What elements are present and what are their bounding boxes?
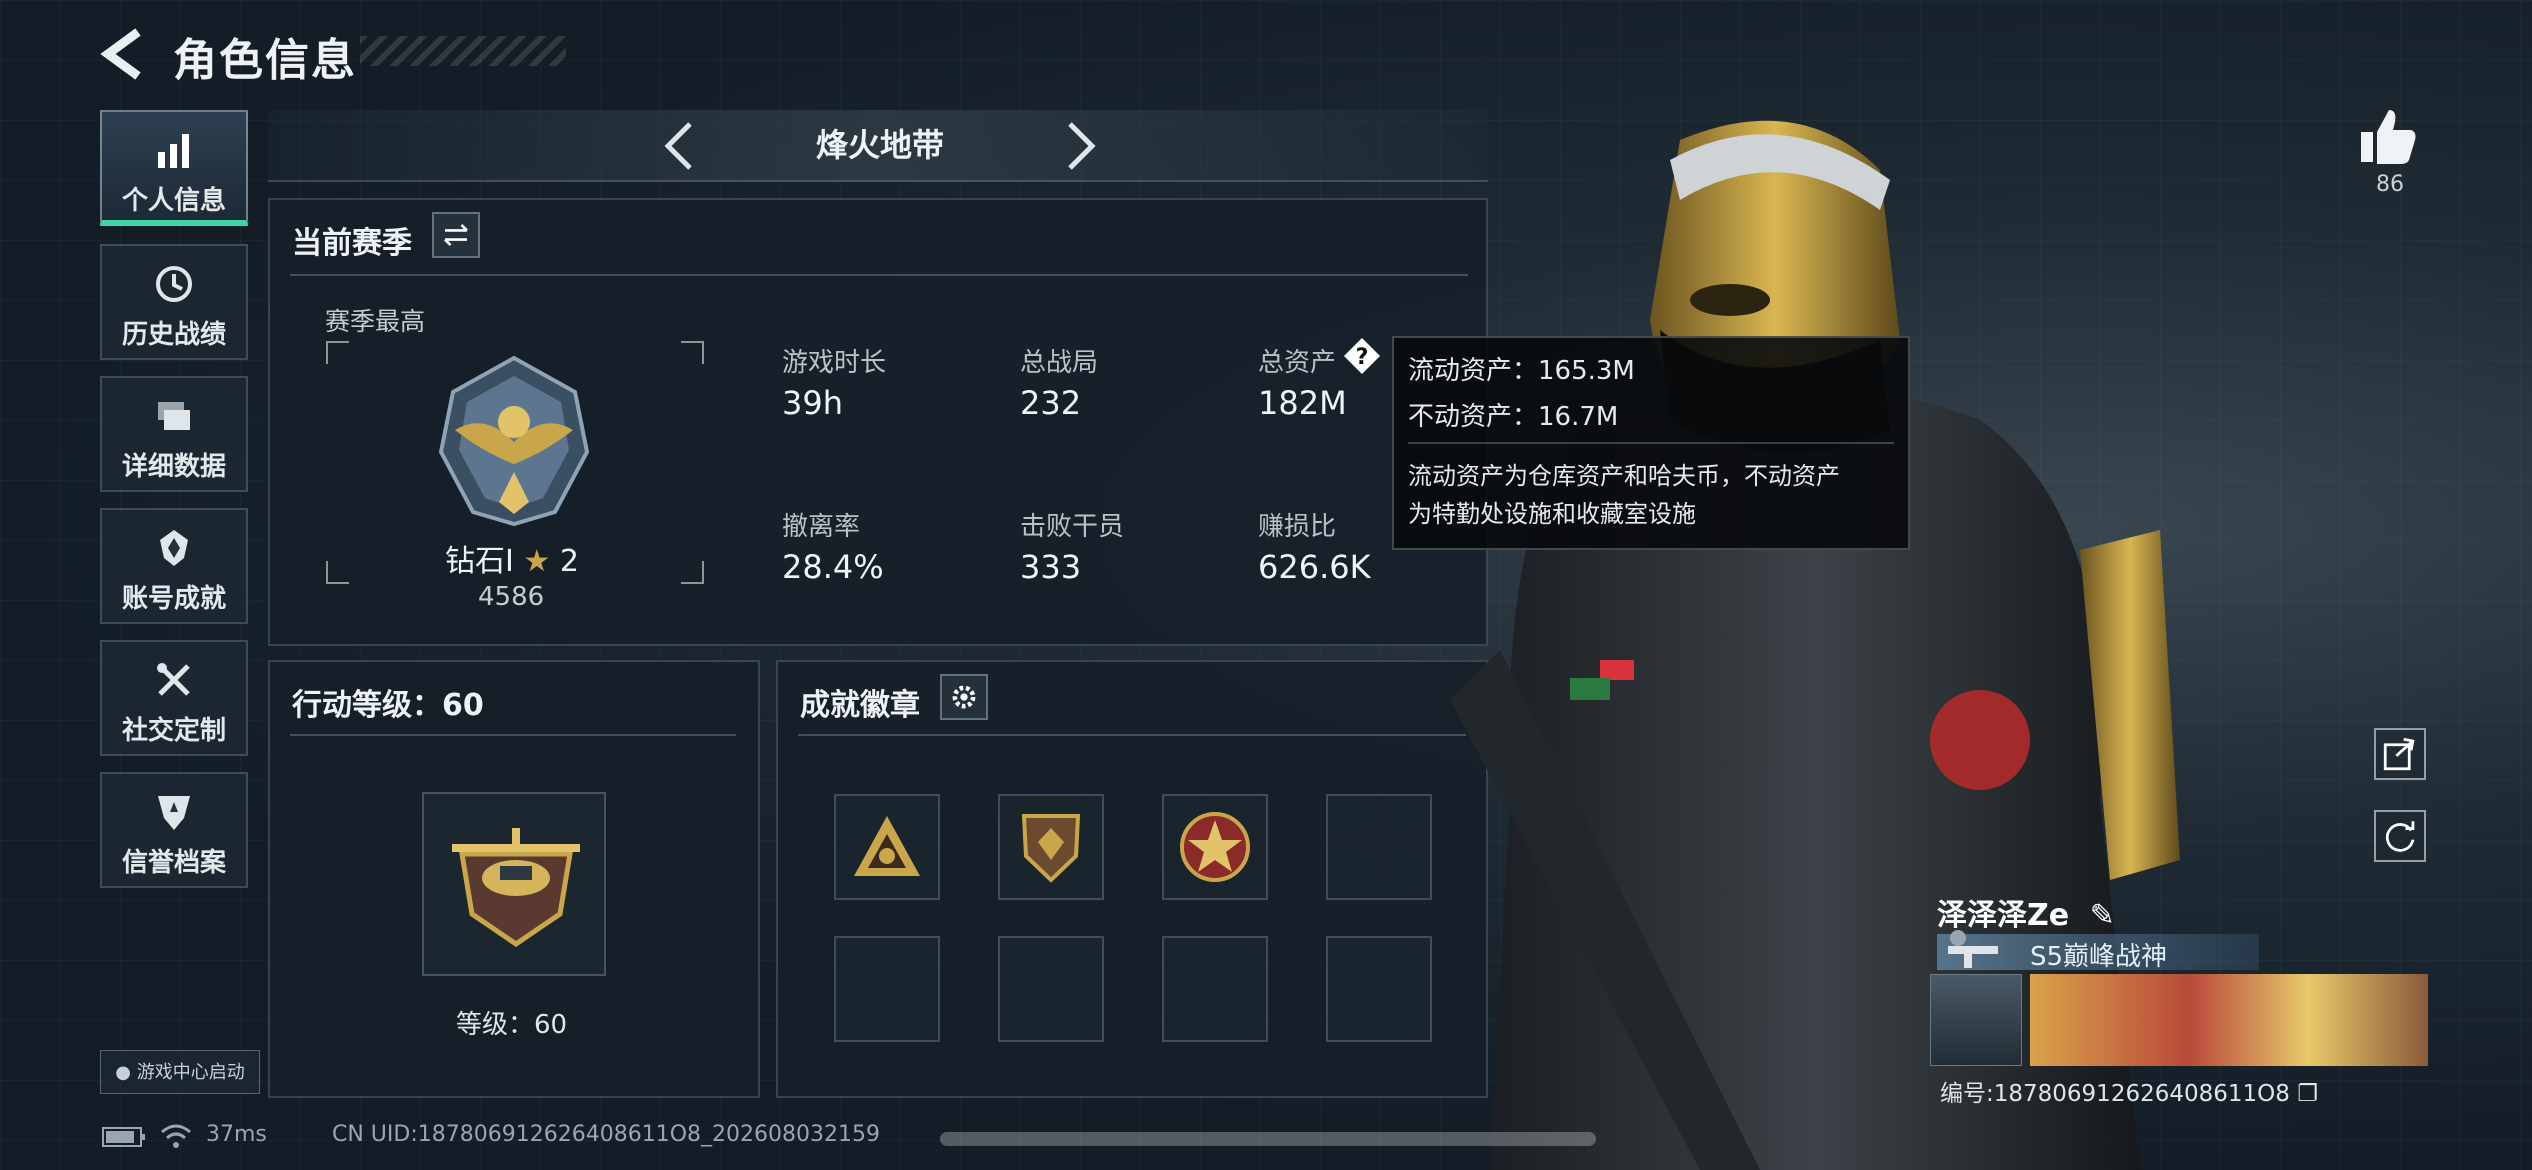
season-best-label: 赛季最高 [325,307,426,336]
refresh-icon[interactable] [2374,810,2426,862]
nav-achievements[interactable]: 账号成就 [100,508,248,624]
prev-mode-arrow-icon[interactable] [660,116,700,176]
stat-label-kills: 击败干员 [1020,512,1125,542]
tooltip-liquid-assets: 流动资产：165.3M [1408,356,1635,386]
back-arrow-icon[interactable] [98,26,148,82]
edit-pencil-icon[interactable]: ✎ [2090,898,2115,933]
nav-label: 信誉档案 [121,848,226,878]
player-id-row: 编号:187806912626408611O8 ❐ [1940,1074,2318,1108]
nav-label: 历史战绩 [121,320,226,350]
rifle-emblem-icon [1948,930,1998,968]
stat-value-kills: 333 [1020,548,1082,586]
tooltip-description-line1: 流动资产为仓库资产和哈夫币，不动资产 [1408,462,1840,490]
stat-label-total-assets: 总资产 [1258,348,1337,378]
game-center-label: 游戏中心启动 [136,1062,245,1083]
credit-shield-icon [158,796,190,830]
rank-name: 钻石I [445,544,514,579]
divider [798,734,1466,736]
player-title: S5巅峰战神 [2030,942,2168,972]
divider [290,274,1468,276]
rank-score: 4586 [478,582,545,612]
nav-personal-info[interactable]: 个人信息 [100,110,248,226]
badge-slot-empty[interactable] [834,936,940,1042]
action-level-title: 行动等级：60 [292,688,484,723]
stat-value-extract-rate: 28.4% [782,548,884,586]
level-emblem-frame [422,792,606,976]
game-center-launch-button[interactable]: ● 游戏中心启动 [100,1050,260,1094]
banner-image [2030,974,2428,1066]
stat-value-playtime: 39h [782,384,843,422]
tooltip-fixed-assets: 不动资产：16.7M [1408,402,1619,432]
clock-icon [156,266,192,302]
bar-chart-icon [158,134,189,168]
badge-slot[interactable] [1162,794,1268,900]
stat-value-profit-ratio: 626.6K [1258,548,1371,586]
uid-text: CN UID:187806912626408611O8_202608032159 [332,1122,880,1147]
rank-diamond-emblem-icon [438,355,590,527]
stat-label-extract-rate: 撤离率 [782,512,861,542]
nav-label: 账号成就 [121,584,226,614]
page-title: 角色信息 [173,35,357,86]
person-icon: ● [115,1062,137,1083]
shield-badge-icon [1021,814,1081,883]
badge-slot-empty[interactable] [998,936,1104,1042]
stat-value-total-matches: 232 [1020,384,1082,422]
rank-name-row: 钻石I ★ 2 [445,536,579,580]
stat-label-profit-ratio: 赚损比 [1258,512,1337,542]
nav-label: 详细数据 [121,452,226,482]
scrollbar[interactable] [940,1132,1596,1146]
achievement-icon [160,530,188,566]
tooltip-description-line2: 为特勤处设施和收藏室设施 [1408,500,1696,528]
nav-label: 社交定制 [121,716,226,746]
tools-icon [157,663,190,696]
gear-icon[interactable] [940,674,988,720]
wifi-icon [161,1124,191,1148]
mode-title: 烽火地带 [815,126,944,164]
badge-slot[interactable] [834,794,940,900]
nav-credit-profile[interactable]: 信誉档案 [100,772,248,888]
ping-text: 37ms [206,1122,267,1147]
nav-detailed-data[interactable]: 详细数据 [100,376,248,492]
divider [290,734,736,736]
badge-slot-empty[interactable] [1162,936,1268,1042]
triangle-badge-icon [854,816,920,876]
stat-label-total-matches: 总战局 [1020,348,1099,378]
nav-social-custom[interactable]: 社交定制 [100,640,248,756]
battery-icon [102,1127,145,1147]
nav-history[interactable]: 历史战绩 [100,244,248,360]
star-medal-badge-icon [1180,812,1250,882]
avatar[interactable] [1930,974,2022,1066]
thumbs-up-icon[interactable] [2355,104,2419,168]
rank-stars: 2 [559,544,579,579]
level-text: 等级：60 [456,1010,568,1040]
help-question-icon[interactable]: ? [1342,336,1382,376]
badge-slot[interactable] [998,794,1104,900]
player-id: 编号:187806912626408611O8 [1940,1081,2290,1107]
svg-text:?: ? [1356,345,1369,370]
stat-label-playtime: 游戏时长 [782,348,887,378]
season-title: 当前赛季 [292,226,412,261]
assets-tooltip: 流动资产：165.3M 不动资产：16.7M 流动资产为仓库资产和哈夫币，不动资… [1392,336,1910,550]
next-mode-arrow-icon[interactable] [1060,116,1100,176]
achievement-title: 成就徽章 [800,688,920,723]
player-name-card-banner[interactable] [1930,974,2428,1066]
share-icon[interactable] [2374,728,2426,780]
like-count: 86 [2376,172,2404,197]
star-icon: ★ [523,544,551,579]
folders-icon [158,402,190,430]
title-decoration [360,36,566,66]
stat-value-total-assets: 182M [1258,384,1347,422]
copy-icon[interactable]: ❐ [2297,1081,2318,1107]
divider [1408,442,1894,444]
switch-season-icon[interactable] [432,212,480,258]
helicopter-emblem-icon [452,828,580,948]
nav-label: 个人信息 [121,186,226,216]
